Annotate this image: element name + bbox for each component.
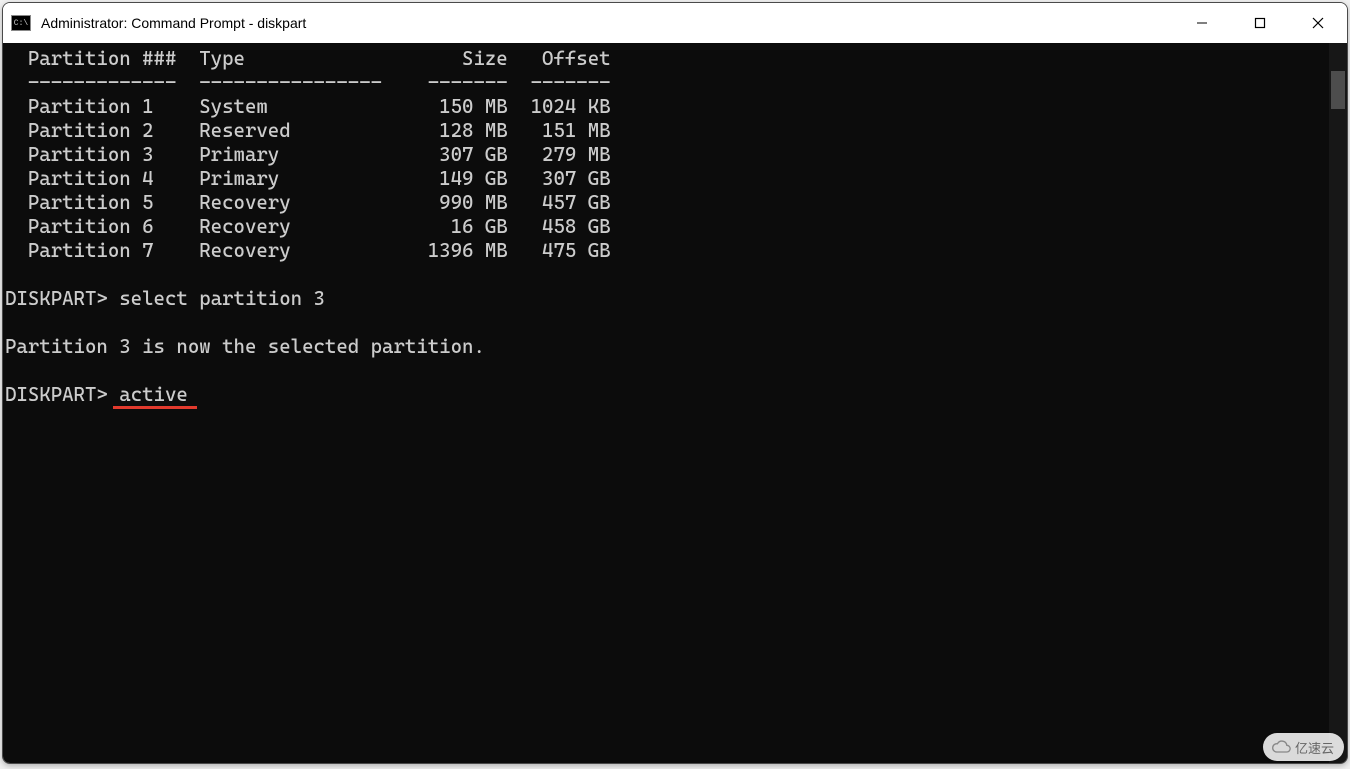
scrollbar[interactable] <box>1329 43 1347 763</box>
watermark-text: 亿速云 <box>1295 738 1334 757</box>
command-prompt-window: C:\ Administrator: Command Prompt - disk… <box>2 2 1348 764</box>
minimize-button[interactable] <box>1173 3 1231 43</box>
annotation-underline <box>113 406 197 409</box>
titlebar[interactable]: C:\ Administrator: Command Prompt - disk… <box>3 3 1347 43</box>
cmd-icon: C:\ <box>11 15 31 31</box>
terminal-output[interactable]: Partition ### Type Size Offset ---------… <box>3 43 1329 763</box>
command-active: active <box>119 383 188 406</box>
window-controls <box>1173 3 1347 43</box>
prompt: DISKPART> <box>5 383 119 406</box>
window-title: Administrator: Command Prompt - diskpart <box>41 15 306 31</box>
scrollbar-thumb[interactable] <box>1331 71 1345 109</box>
watermark-badge: 亿速云 <box>1263 733 1344 761</box>
close-button[interactable] <box>1289 3 1347 43</box>
cloud-icon <box>1271 737 1291 757</box>
terminal-area: Partition ### Type Size Offset ---------… <box>3 43 1347 763</box>
maximize-button[interactable] <box>1231 3 1289 43</box>
